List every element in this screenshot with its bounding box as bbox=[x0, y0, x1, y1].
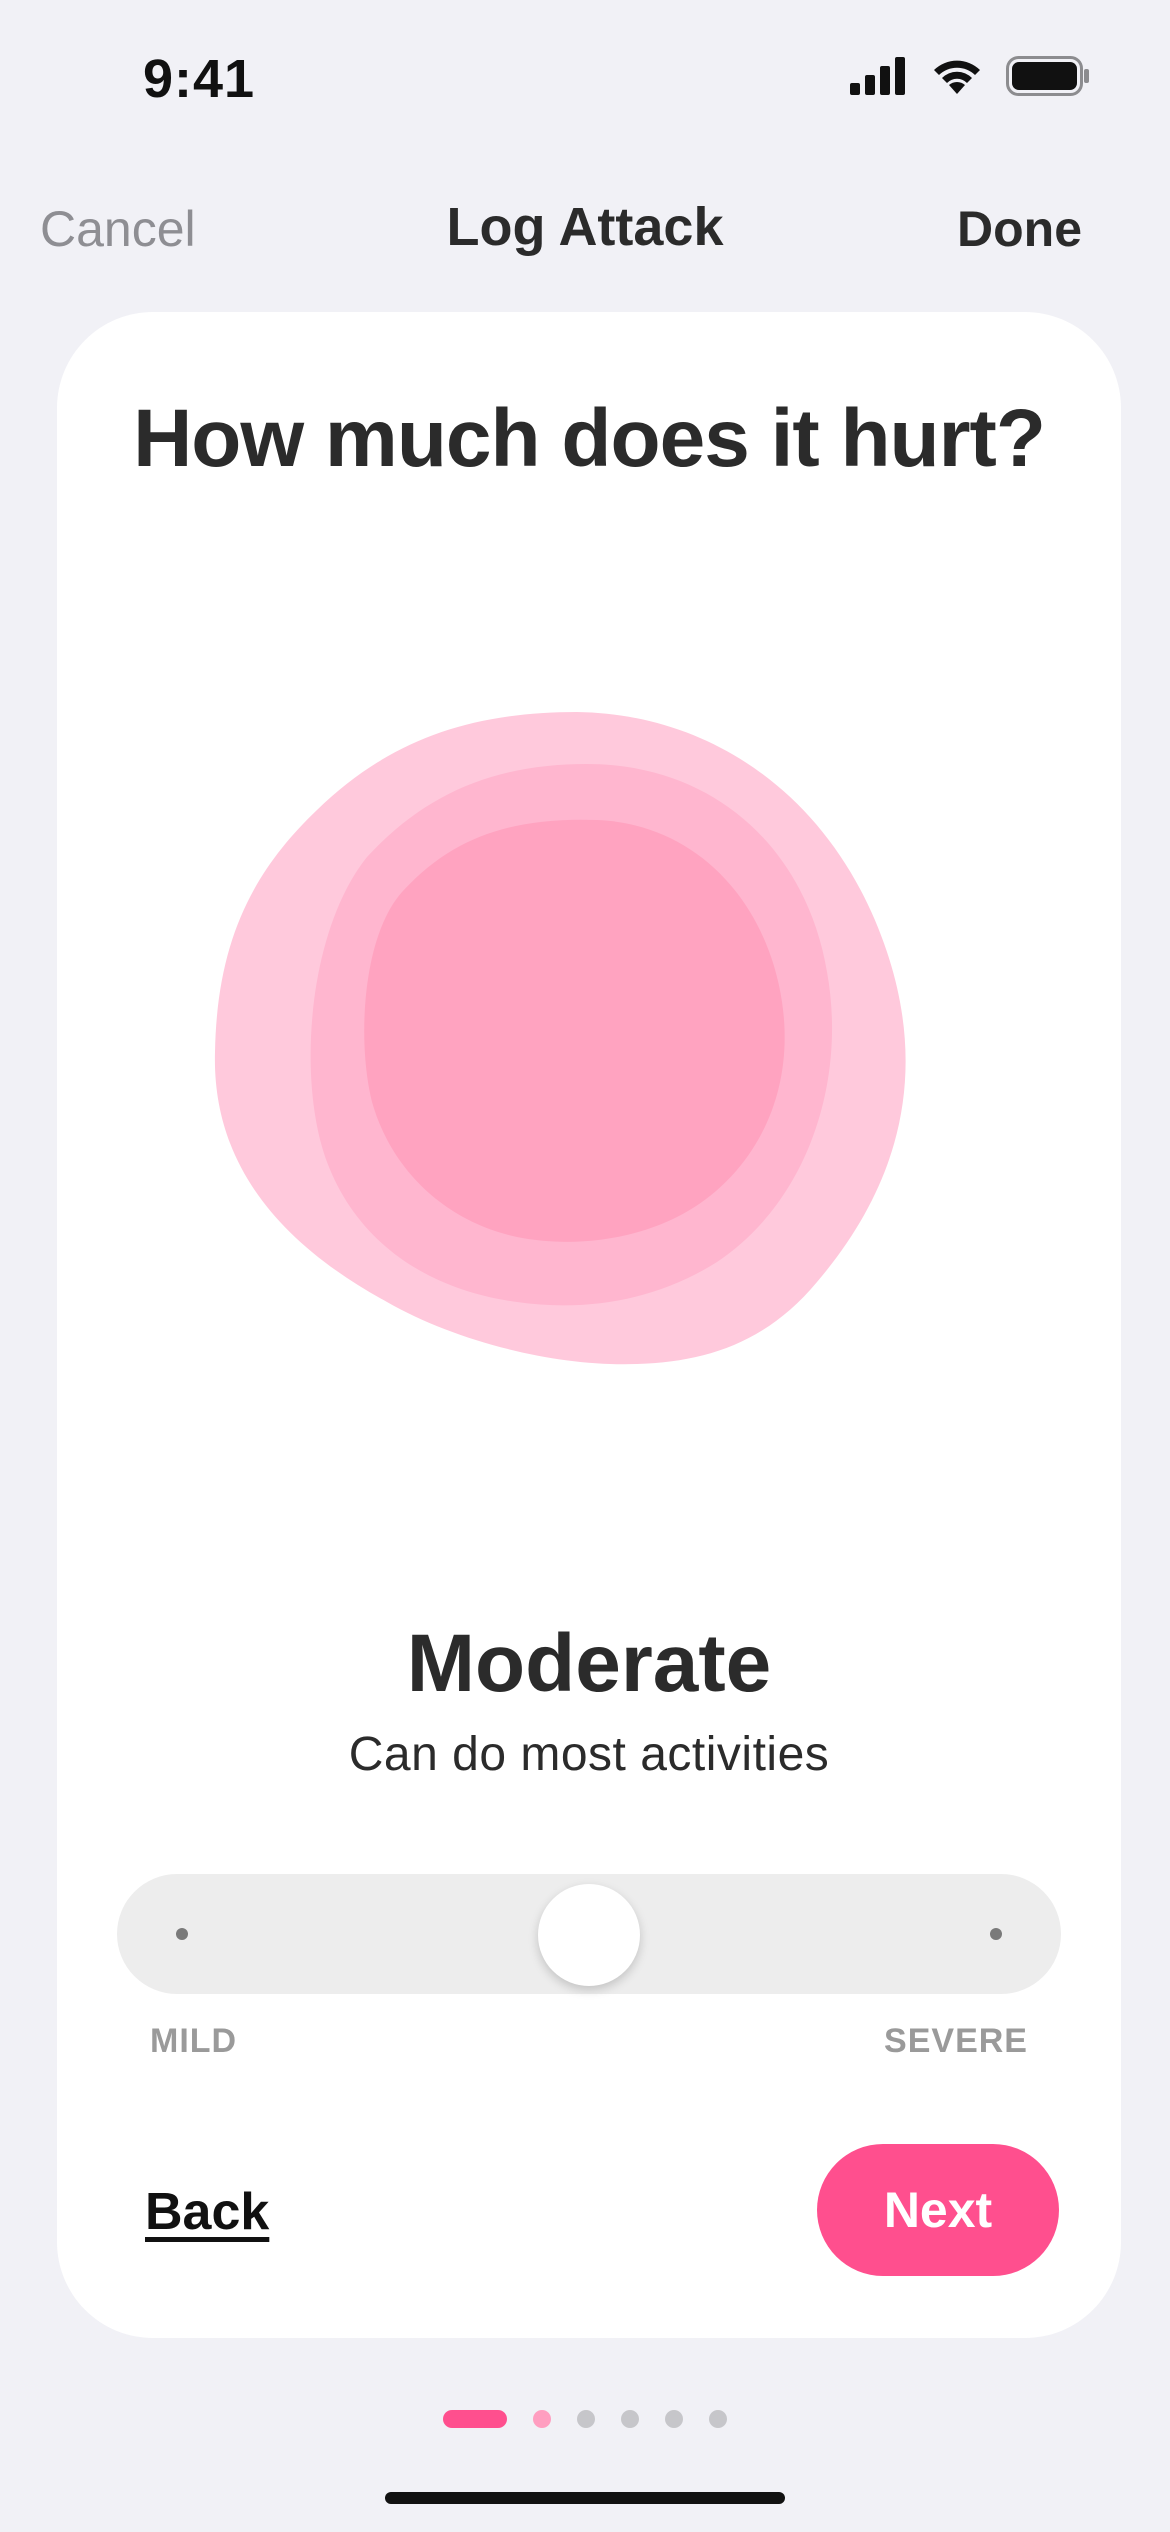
pain-slider-track[interactable] bbox=[117, 1874, 1061, 1994]
page-indicator-dot bbox=[533, 2410, 551, 2428]
pain-level-title: Moderate bbox=[406, 1618, 772, 1709]
pain-level-card: How much does it hurt? Moderate Can do m… bbox=[57, 312, 1121, 2338]
page-indicator-dot bbox=[621, 2410, 639, 2428]
status-time: 9:41 bbox=[143, 49, 256, 109]
page-indicator bbox=[0, 2410, 1170, 2428]
screen: 9:41 Cancel Log Attack Done How much doe… bbox=[0, 0, 1170, 2532]
slider-max-dot bbox=[990, 1928, 1002, 1940]
next-button[interactable]: Next bbox=[817, 2144, 1059, 2276]
page-indicator-dot bbox=[577, 2410, 595, 2428]
blob-inner bbox=[364, 819, 785, 1242]
pain-level-description: Can do most activities bbox=[348, 1728, 830, 1781]
home-indicator bbox=[385, 2492, 785, 2504]
page-indicator-dot bbox=[665, 2410, 683, 2428]
wifi-icon bbox=[934, 60, 980, 94]
done-button[interactable]: Done bbox=[957, 200, 1082, 258]
pain-blob-graphic bbox=[214, 712, 906, 1365]
slider-min-label: MILD bbox=[150, 2022, 238, 2060]
status-icons bbox=[850, 56, 1090, 96]
question-heading: How much does it hurt? bbox=[133, 393, 1046, 484]
battery-icon bbox=[1006, 56, 1089, 96]
cellular-signal-icon bbox=[850, 57, 905, 95]
slider-min-dot bbox=[176, 1928, 188, 1940]
pain-slider-thumb[interactable] bbox=[538, 1884, 640, 1986]
nav-bar: Cancel Log Attack Done bbox=[0, 180, 1170, 270]
page-indicator-active bbox=[443, 2410, 507, 2428]
status-bar: 9:41 bbox=[0, 0, 1170, 160]
slider-max-label: SEVERE bbox=[884, 2022, 1028, 2060]
pain-intensity-illustration bbox=[157, 642, 1017, 1472]
back-button[interactable]: Back bbox=[145, 2182, 269, 2242]
page-indicator-dot bbox=[709, 2410, 727, 2428]
